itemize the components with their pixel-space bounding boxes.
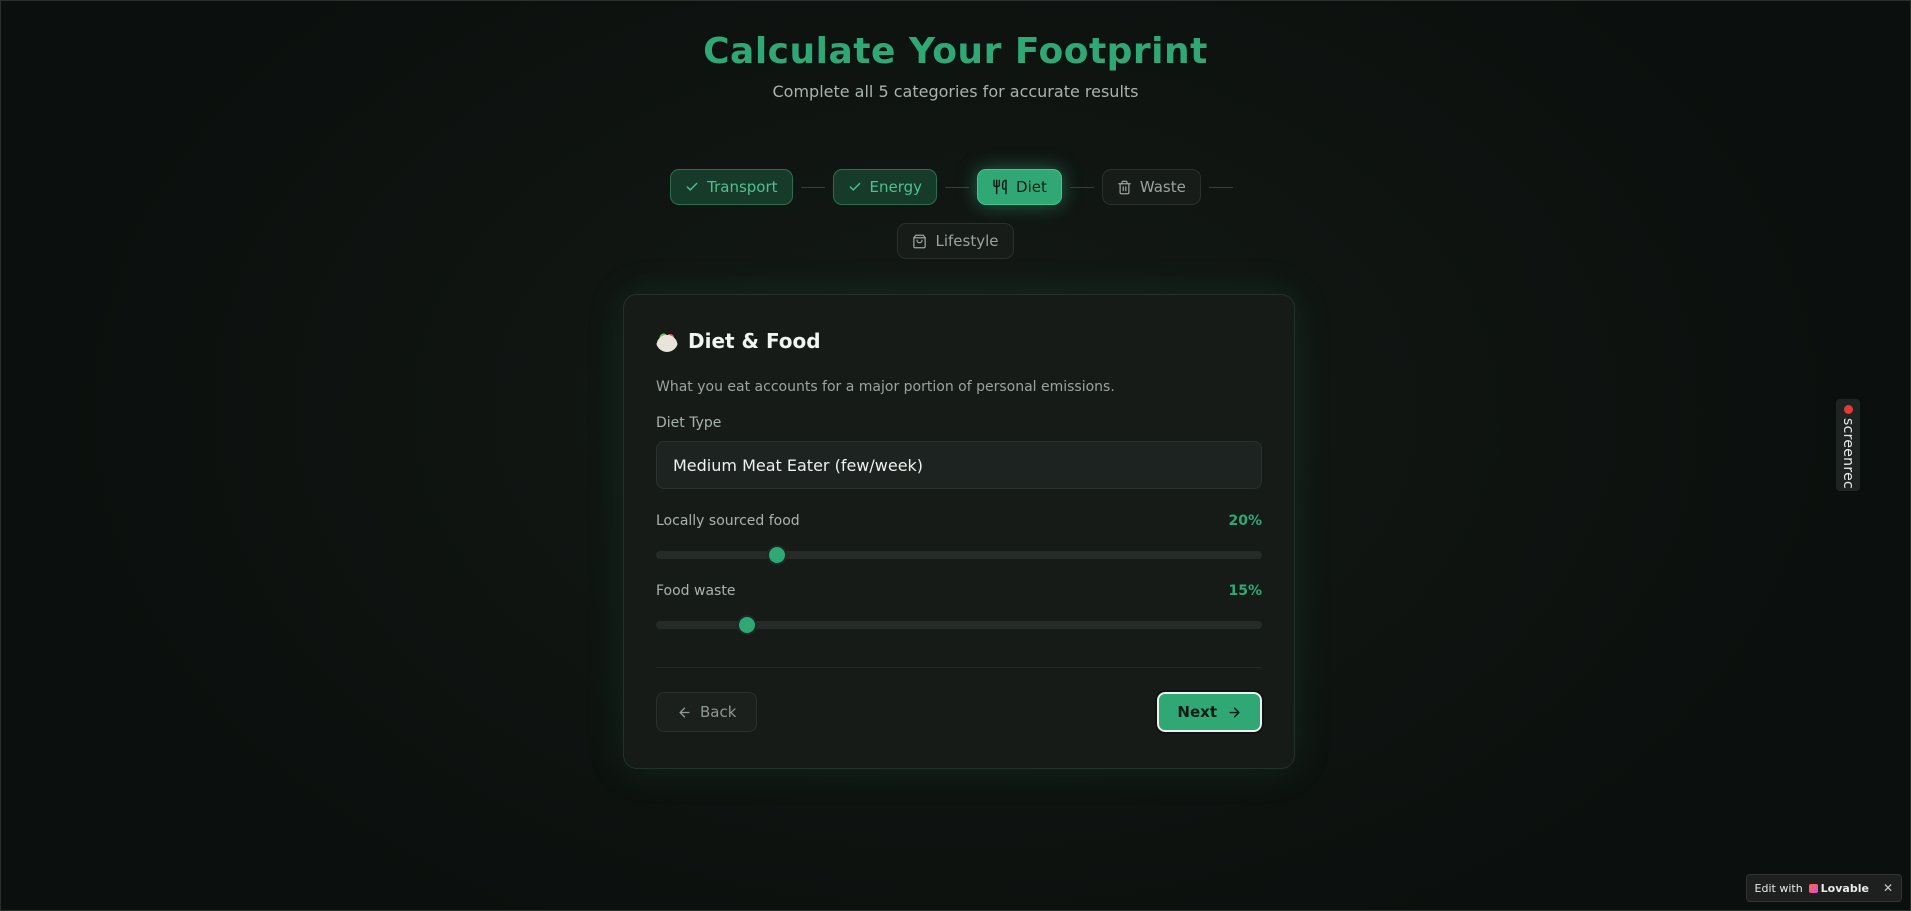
close-icon[interactable]: ✕ (1883, 881, 1893, 895)
check-icon (848, 180, 862, 194)
lovable-prefix: Edit with (1754, 881, 1803, 895)
stepper: Transport Energy Diet Waste (1, 169, 1910, 205)
page-subtitle: Complete all 5 categories for accurate r… (772, 82, 1139, 101)
diet-card: Diet & Food What you eat accounts for a … (623, 294, 1295, 769)
local-food-row: Locally sourced food 20% (656, 513, 1262, 529)
step-label: Energy (869, 178, 923, 196)
food-waste-value: 15% (1228, 583, 1262, 599)
local-food-slider[interactable] (656, 547, 1262, 563)
screenrec-widget[interactable]: screenrec (1836, 399, 1860, 491)
page: Calculate Your Footprint Complete all 5 … (0, 0, 1911, 911)
step-diet[interactable]: Diet (977, 169, 1062, 205)
next-button[interactable]: Next (1155, 690, 1264, 734)
step-connector (1208, 186, 1233, 188)
lovable-badge[interactable]: Edit with Lovable ✕ (1745, 874, 1902, 902)
food-waste-slider-thumb[interactable] (738, 617, 755, 633)
step-transport[interactable]: Transport (670, 169, 793, 205)
local-food-value: 20% (1228, 513, 1262, 529)
stepper-row-2: Lifestyle (1, 223, 1910, 259)
step-label: Lifestyle (935, 232, 999, 250)
arrow-left-icon (677, 705, 692, 720)
screenrec-label: screenrec (1840, 418, 1856, 489)
card-actions: Back Next (656, 690, 1264, 734)
step-label: Diet (1016, 178, 1047, 196)
card-title-text: Diet & Food (688, 329, 821, 353)
food-waste-row: Food waste 15% (656, 583, 1262, 599)
step-energy[interactable]: Energy (832, 169, 938, 205)
step-connector (945, 186, 970, 188)
diet-type-select[interactable]: Medium Meat Eater (few/week) (656, 441, 1262, 489)
lovable-brand-text: Lovable (1820, 881, 1869, 895)
step-lifestyle[interactable]: Lifestyle (897, 223, 1014, 259)
step-connector (1069, 186, 1094, 188)
back-button[interactable]: Back (656, 692, 758, 732)
step-waste[interactable]: Waste (1101, 169, 1201, 205)
step-label: Waste (1139, 178, 1186, 196)
card-title: Diet & Food (656, 329, 1262, 353)
lovable-logo-icon (1808, 883, 1818, 893)
page-title: Calculate Your Footprint (703, 31, 1208, 72)
food-waste-slider[interactable] (656, 617, 1262, 633)
shopping-bag-icon (912, 234, 927, 249)
trash-icon (1117, 180, 1132, 195)
diet-type-value: Medium Meat Eater (few/week) (673, 455, 924, 475)
food-waste-label: Food waste (656, 583, 736, 599)
utensils-icon (992, 179, 1008, 195)
header: Calculate Your Footprint Complete all 5 … (1, 31, 1910, 101)
step-connector (800, 186, 825, 188)
next-button-label: Next (1177, 703, 1217, 721)
check-icon (685, 180, 699, 194)
lovable-brand: Lovable (1808, 881, 1869, 895)
back-button-label: Back (700, 703, 737, 721)
card-description: What you eat accounts for a major portio… (656, 379, 1115, 395)
local-food-slider-thumb[interactable] (769, 547, 786, 563)
arrow-right-icon (1227, 705, 1242, 720)
card-divider (656, 667, 1262, 668)
salad-bowl-icon (656, 330, 678, 352)
record-dot-icon (1843, 405, 1853, 414)
local-food-label: Locally sourced food (656, 513, 800, 529)
diet-type-label: Diet Type (656, 415, 722, 431)
step-label: Transport (707, 178, 778, 196)
